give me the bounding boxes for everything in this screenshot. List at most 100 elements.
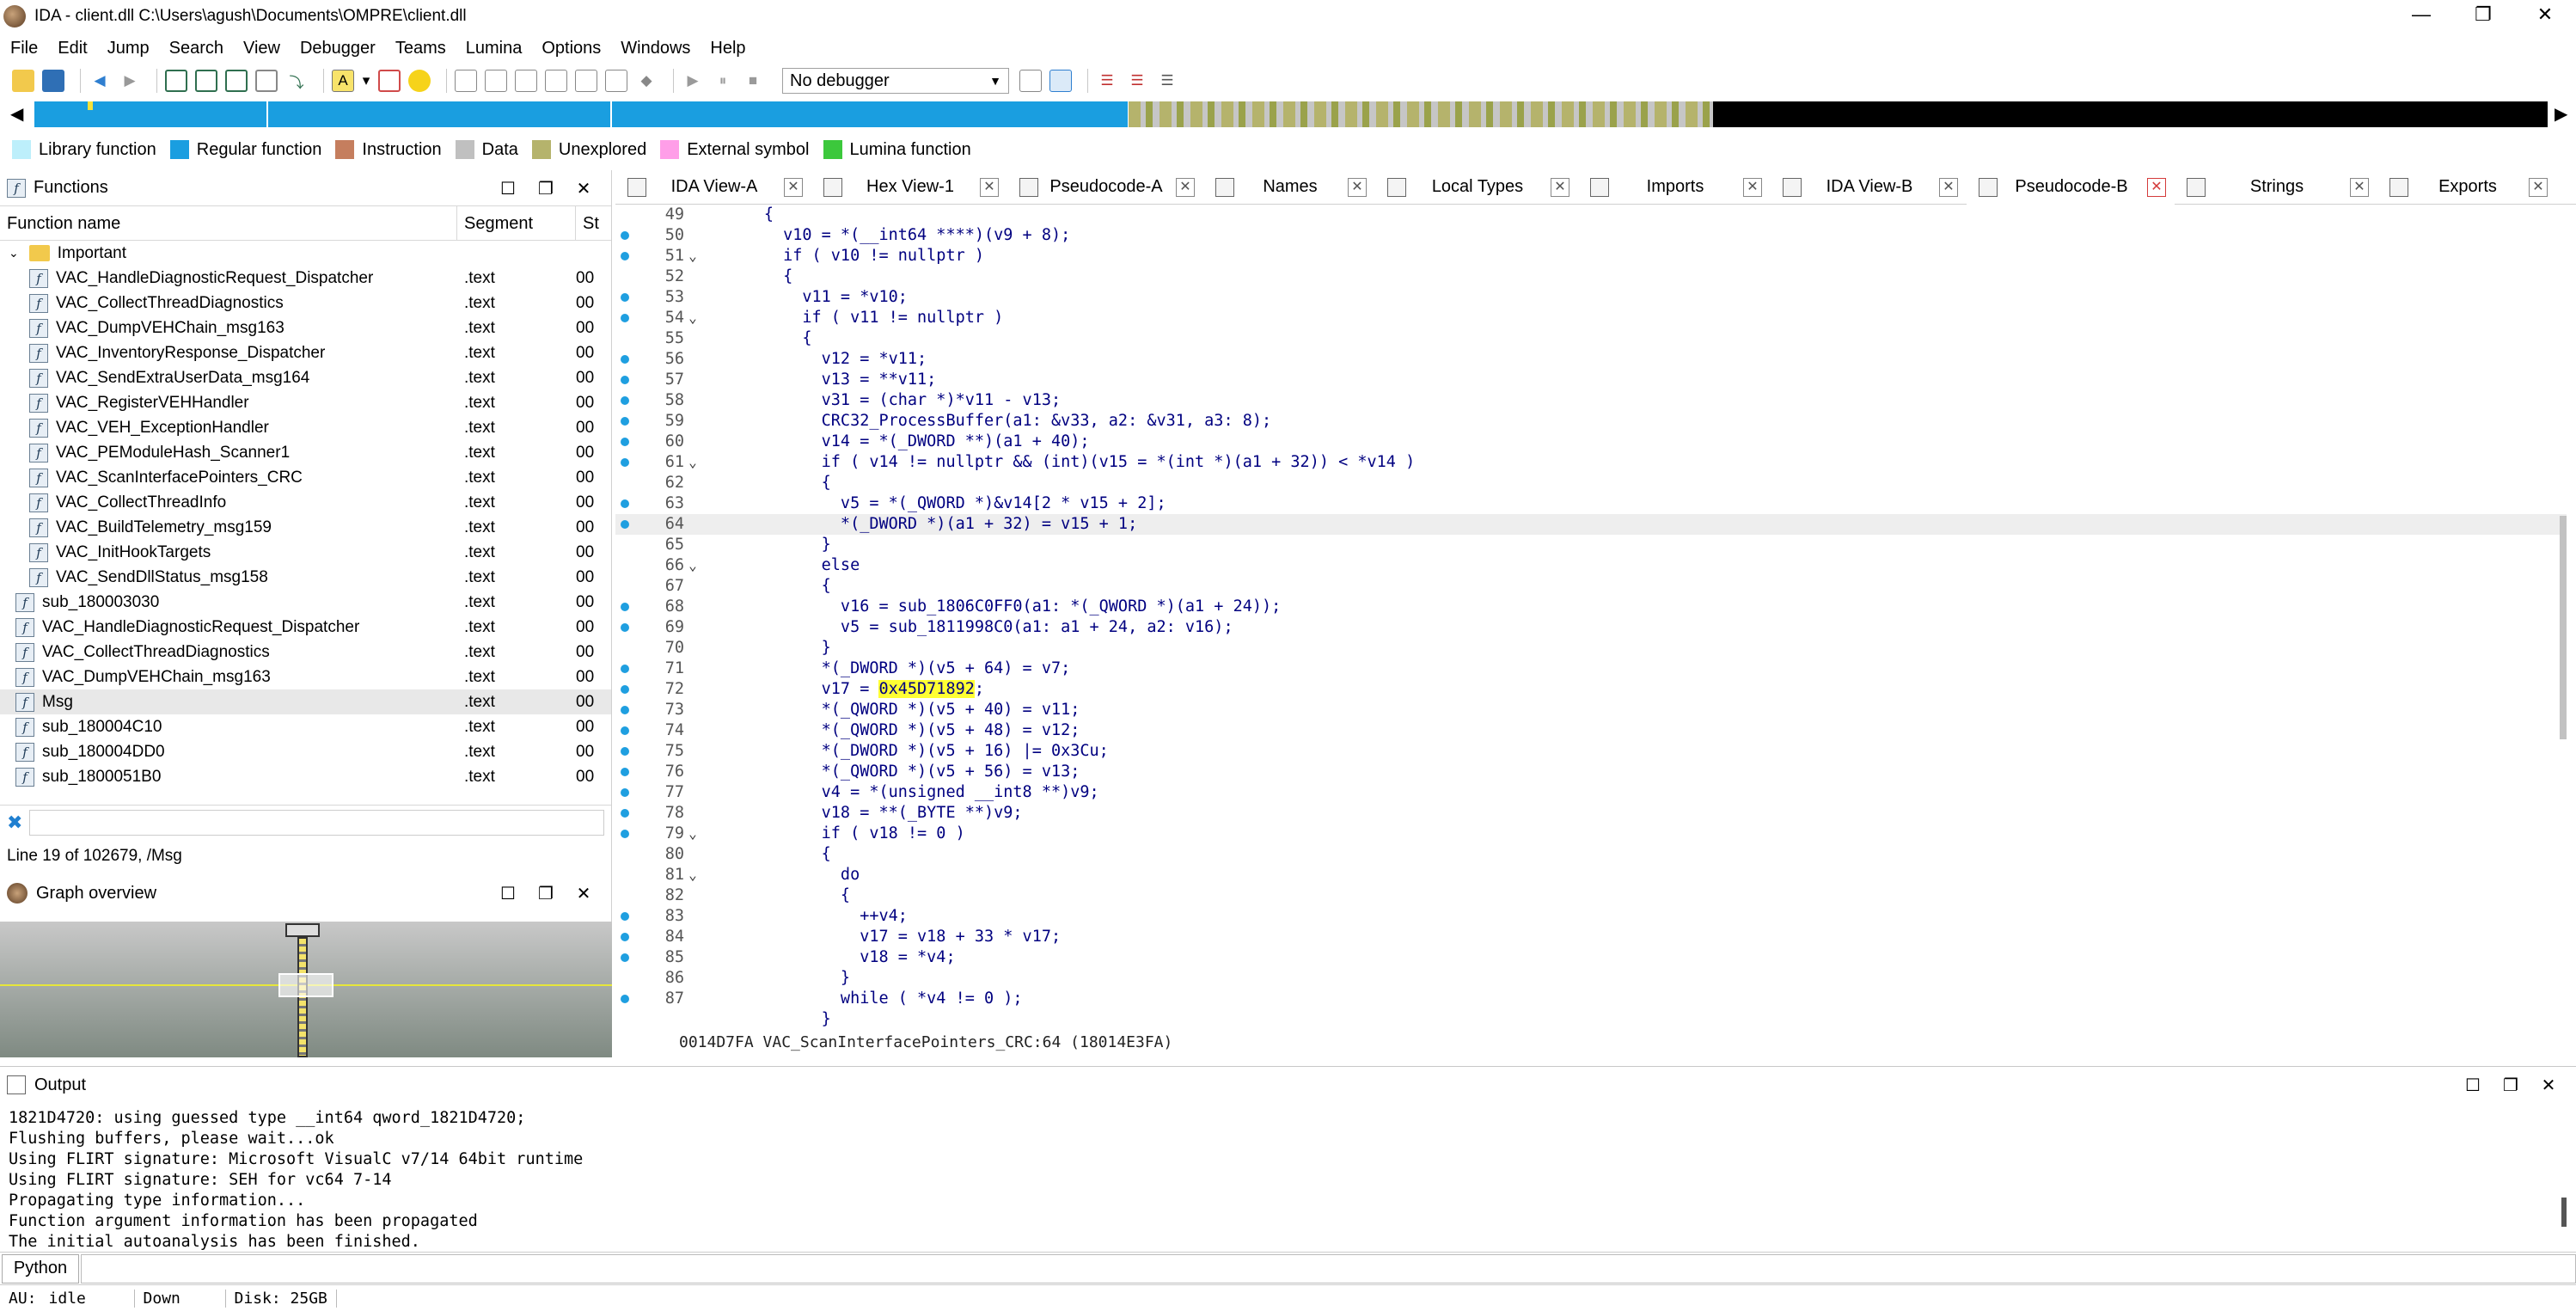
unknown-icon[interactable] [255,70,278,92]
function-row[interactable]: f VAC_CollectThreadInfo .text 00 [0,490,611,515]
graph-overview-canvas[interactable] [0,922,612,1057]
breakpoint-dot-icon[interactable] [621,314,629,322]
chevron-down-icon[interactable]: ▾ [362,70,370,92]
fold-chevron-icon[interactable]: ⌄ [684,555,701,576]
menu-search[interactable]: Search [169,39,223,58]
code-line[interactable]: 86 } [615,968,2567,989]
debugger-select[interactable]: No debugger ▼ [782,68,1009,94]
breakpoint-list-icon[interactable]: ☰ [1096,70,1118,92]
close-filter-icon[interactable]: ✖ [7,812,22,834]
minimize-button[interactable]: — [2390,0,2452,33]
code-line[interactable]: 73 *(_QWORD *)(v5 + 40) = v11; [615,700,2567,720]
breakpoint-dot-icon[interactable] [621,726,629,735]
debug-options-icon[interactable] [1019,70,1042,92]
maximize-panel-icon[interactable]: ☐ [489,178,527,199]
function-row[interactable]: f VAC_InventoryResponse_Dispatcher .text 00 [0,340,611,365]
diamond-icon[interactable]: ◆ [635,70,658,92]
breakpoint-dot-icon[interactable] [621,520,629,529]
data-icon[interactable] [225,70,248,92]
breakpoint-dot-icon[interactable] [621,933,629,941]
filter-input[interactable] [29,809,604,836]
tab-names[interactable]: Names ✕ [1203,170,1375,205]
breakpoint-dot-icon[interactable] [621,396,629,405]
close-tab-icon[interactable]: ✕ [2529,177,2548,197]
function-row[interactable]: f VAC_RegisterVEHHandler .text 00 [0,390,611,415]
fold-chevron-icon[interactable]: ⌄ [684,824,701,844]
chevron-down-icon[interactable]: ⌄ [9,246,19,260]
close-tab-icon[interactable]: ✕ [1743,177,1762,197]
breakpoint-dot-icon[interactable] [621,252,629,260]
function-row[interactable]: f VAC_SendDllStatus_msg158 .text 00 [0,565,611,590]
menu-windows[interactable]: Windows [621,39,690,58]
breakpoint-dot-icon[interactable] [621,685,629,694]
float-panel-icon[interactable]: ❐ [2492,1075,2530,1096]
code-line[interactable]: 64 *(_DWORD *)(a1 + 32) = v15 + 1; [615,514,2567,535]
filter-icon[interactable] [545,70,567,92]
close-tab-icon[interactable]: ✕ [1348,177,1367,197]
tab-hex-view-1[interactable]: Hex View-1 ✕ [811,170,1007,205]
fold-chevron-icon[interactable]: ⌄ [684,452,701,473]
breakpoint-dot-icon[interactable] [621,665,629,673]
code-line[interactable]: 62 { [615,473,2567,493]
open-icon[interactable] [12,70,34,92]
cut-icon[interactable] [605,70,627,92]
tab-strings[interactable]: Strings ✕ [2175,170,2377,205]
code-line[interactable]: 58 v31 = (char *)*v11 - v13; [615,390,2567,411]
forward-icon[interactable]: ▶ [119,70,141,92]
function-row[interactable]: f VAC_CollectThreadDiagnostics .text 00 [0,640,611,665]
breakpoint-remove-icon[interactable]: ☰ [1156,70,1178,92]
folder-row[interactable]: ⌄ Important [0,241,611,266]
function-row[interactable]: f sub_1800051B0 .text 00 [0,764,611,789]
tab-pseudocode-a[interactable]: Pseudocode-A ✕ [1007,170,1203,205]
play-icon[interactable]: ▶ [682,70,704,92]
function-row[interactable]: f Msg .text 00 [0,689,611,714]
float-panel-icon[interactable]: ❐ [527,883,565,904]
fold-chevron-icon[interactable]: ⌄ [684,865,701,885]
menu-teams[interactable]: Teams [395,39,446,58]
nav-right-icon[interactable]: ▶ [2555,103,2567,125]
column-start[interactable]: St [576,206,602,241]
code-line[interactable]: 76 *(_QWORD *)(v5 + 56) = v13; [615,762,2567,782]
code-line[interactable]: 70 } [615,638,2567,659]
breakpoint-dot-icon[interactable] [621,499,629,508]
code-line[interactable]: 68 v16 = sub_1806C0FF0(a1: *(_QWORD *)(a… [615,597,2567,617]
function-row[interactable]: f VAC_SendExtraUserData_msg164 .text 00 [0,365,611,390]
function-row[interactable]: f VAC_HandleDiagnosticRequest_Dispatcher.… [0,266,611,291]
nav-left-icon[interactable]: ◀ [10,103,23,125]
tab-imports[interactable]: Imports ✕ [1578,170,1771,205]
close-panel-icon[interactable]: ✕ [565,178,603,199]
breakpoint-dot-icon[interactable] [621,768,629,776]
breakpoint-dot-icon[interactable] [621,912,629,921]
code-line[interactable]: 67 { [615,576,2567,597]
breakpoint-dot-icon[interactable] [621,747,629,756]
menu-view[interactable]: View [243,39,280,58]
breakpoint-dot-icon[interactable] [621,809,629,818]
close-panel-icon[interactable]: ✕ [2530,1075,2567,1096]
function-row[interactable]: f VAC_InitHookTargets .text 00 [0,540,611,565]
maximize-panel-icon[interactable]: ☐ [489,883,527,904]
menu-jump[interactable]: Jump [107,39,150,58]
stop-icon[interactable] [575,70,597,92]
breakpoint-dot-icon[interactable] [621,231,629,240]
code-line[interactable]: 55 { [615,328,2567,349]
menu-file[interactable]: File [10,39,38,58]
pseudocode-view[interactable]: 49 {50 v10 = *(__int64 ****)(v9 + 8); 51 ⌄… [615,205,2576,1032]
close-tab-icon[interactable]: ✕ [1551,177,1569,197]
function-row[interactable]: f VAC_DumpVEHChain_msg163 .text 00 [0,665,611,689]
breakpoint-dot-icon[interactable] [621,417,629,426]
bulb-icon[interactable] [408,70,431,92]
breakpoint-dot-icon[interactable] [621,788,629,797]
save-icon[interactable] [42,70,64,92]
tab-ida-view-a[interactable]: IDA View-A ✕ [615,170,811,205]
list-icon[interactable] [515,70,537,92]
function-row[interactable]: f sub_180004DD0 .text 00 [0,739,611,764]
close-tab-icon[interactable]: ✕ [980,177,999,197]
code-line[interactable]: 82 { [615,885,2567,906]
function-row[interactable]: f VAC_PEModuleHash_Scanner1 .text 00 [0,440,611,465]
close-tab-icon[interactable]: ✕ [1176,177,1195,197]
python-button[interactable]: Python [2,1253,79,1283]
breakpoint-dot-icon[interactable] [621,706,629,714]
code-line[interactable]: 66 ⌄ else [615,555,2567,576]
menu-edit[interactable]: Edit [58,39,87,58]
breakpoint-dot-icon[interactable] [621,953,629,962]
